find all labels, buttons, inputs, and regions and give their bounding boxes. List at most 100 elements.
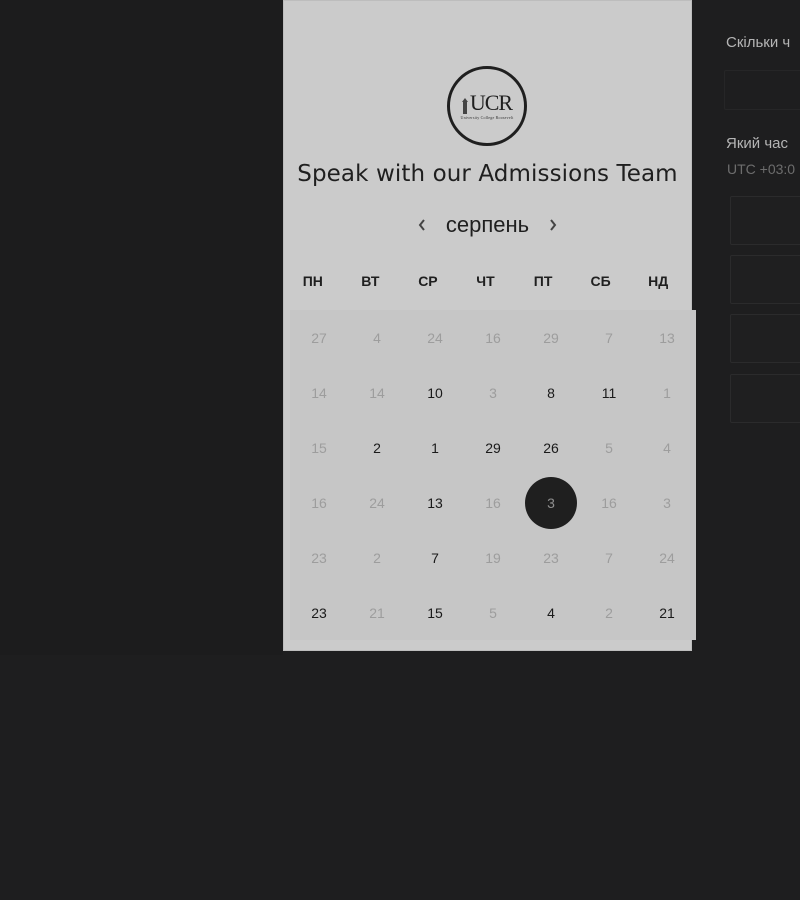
calendar-day: 5 [464, 585, 522, 640]
calendar-day-number: 24 [659, 549, 675, 566]
calendar-day: 21 [348, 585, 406, 640]
weekday-label: ВТ [361, 273, 380, 289]
calendar-day-number: 4 [373, 329, 381, 346]
duration-select[interactable] [724, 70, 800, 110]
calendar-day-number: 16 [601, 494, 617, 511]
previous-month-button[interactable] [410, 213, 434, 237]
calendar-day-number: 7 [605, 549, 613, 566]
chevron-right-icon [550, 219, 557, 231]
calendar-day: 27 [290, 310, 348, 365]
calendar-day: 2 [348, 530, 406, 585]
month-navigation: серпень [284, 208, 691, 242]
calendar-day-number: 23 [543, 549, 559, 566]
calendar-day: 29 [522, 310, 580, 365]
calendar-day: 2 [580, 585, 638, 640]
calendar-day-number: 3 [663, 494, 671, 511]
calendar-day: 14 [348, 365, 406, 420]
calendar-day[interactable]: 21 [638, 585, 696, 640]
calendar-day: 3 [638, 475, 696, 530]
calendar-day-number: 23 [311, 549, 327, 566]
calendar-day[interactable]: 4 [522, 585, 580, 640]
timezone-label: UTC +03:0 [727, 161, 796, 177]
calendar-day[interactable]: 29 [464, 420, 522, 475]
calendar-day: 7 [580, 530, 638, 585]
calendar-day[interactable]: 11 [580, 365, 638, 420]
calendar-day-number: 3 [489, 384, 497, 401]
calendar-day-number: 16 [485, 494, 501, 511]
calendar-day-number: 13 [659, 329, 675, 346]
logo-mark: UCR [469, 90, 513, 115]
calendar-day-number: 4 [547, 604, 555, 621]
calendar-day-number: 15 [311, 439, 327, 456]
calendar-day-number: 2 [373, 439, 381, 456]
calendar-day-number: 2 [605, 604, 613, 621]
calendar-day: 24 [348, 475, 406, 530]
calendar-day-number: 23 [311, 604, 327, 621]
calendar-day-number: 5 [489, 604, 497, 621]
page-title: Speak with our Admissions Team [297, 161, 678, 187]
calendar-day-number: 24 [369, 494, 385, 511]
calendar-day[interactable]: 7 [406, 530, 464, 585]
calendar-day-number: 2 [373, 549, 381, 566]
booking-calendar-card: UCR University College Roosevelt Speak w… [283, 0, 696, 651]
calendar-day-number: 14 [369, 384, 385, 401]
logo-subtitle: University College Roosevelt [460, 115, 514, 120]
calendar-day-number: 15 [427, 604, 443, 621]
calendar-day: 1 [638, 365, 696, 420]
calendar-day: 13 [638, 310, 696, 365]
calendar-day: 19 [464, 530, 522, 585]
page-backdrop [0, 0, 283, 655]
calendar-day[interactable]: 13 [406, 475, 464, 530]
calendar-day: 4 [638, 420, 696, 475]
calendar-day[interactable]: 23 [290, 585, 348, 640]
calendar-day-number: 1 [663, 384, 671, 401]
time-slot-button[interactable] [730, 314, 800, 363]
next-month-button[interactable] [541, 213, 565, 237]
time-slot-button[interactable] [730, 255, 800, 304]
calendar-day-number: 29 [485, 439, 501, 456]
calendar-day-number: 10 [427, 384, 443, 401]
calendar-day[interactable]: 26 [522, 420, 580, 475]
calendar-day: 24 [406, 310, 464, 365]
calendar-day-number: 29 [543, 329, 559, 346]
calendar-day-number: 3 [525, 476, 577, 529]
time-slot-button[interactable] [730, 196, 800, 245]
calendar-day[interactable]: 2 [348, 420, 406, 475]
weekday-label: СР [418, 273, 438, 289]
calendar-day: 3 [464, 365, 522, 420]
calendar-day-number: 11 [601, 384, 617, 401]
calendar-day[interactable]: 15 [406, 585, 464, 640]
calendar-day-number: 16 [485, 329, 501, 346]
calendar-day: 16 [580, 475, 638, 530]
ucr-logo: UCR University College Roosevelt [447, 66, 527, 146]
calendar-day: 14 [290, 365, 348, 420]
weekday-header: ПН ВТ СР ЧТ ПТ СБ НД [284, 265, 693, 297]
calendar-day: 16 [464, 310, 522, 365]
chevron-left-icon [418, 219, 425, 231]
duration-label: Скільки ч [726, 34, 791, 51]
weekday-label: ПТ [533, 273, 553, 289]
calendar-day: 24 [638, 530, 696, 585]
calendar-day: 15 [290, 420, 348, 475]
calendar-day-number: 24 [427, 329, 443, 346]
calendar-day[interactable]: 10 [406, 365, 464, 420]
calendar-day-selected[interactable]: 3 [522, 475, 580, 530]
calendar-day-number: 7 [605, 329, 613, 346]
time-slot-button[interactable] [730, 374, 800, 423]
weekday-label: НД [648, 273, 669, 289]
calendar-day: 23 [522, 530, 580, 585]
calendar-day: 16 [290, 475, 348, 530]
calendar-day-number: 13 [427, 494, 443, 511]
tower-icon [461, 98, 468, 114]
calendar-day: 5 [580, 420, 638, 475]
calendar-day-number: 26 [543, 439, 559, 456]
calendar-day[interactable]: 1 [406, 420, 464, 475]
calendar-day-number: 5 [605, 439, 613, 456]
calendar-day-grid: 27 4 24 16 29 7 13 14 14 10 3 8 11 1 15 2 1 29 26 5 4 16 24 13 1… [290, 310, 696, 640]
calendar-day-number: 4 [663, 439, 671, 456]
time-label: Який час [726, 135, 788, 152]
calendar-day[interactable]: 8 [522, 365, 580, 420]
calendar-day-number: 27 [311, 329, 327, 346]
calendar-day-number: 7 [431, 549, 439, 566]
weekday-label: СБ [590, 273, 611, 289]
